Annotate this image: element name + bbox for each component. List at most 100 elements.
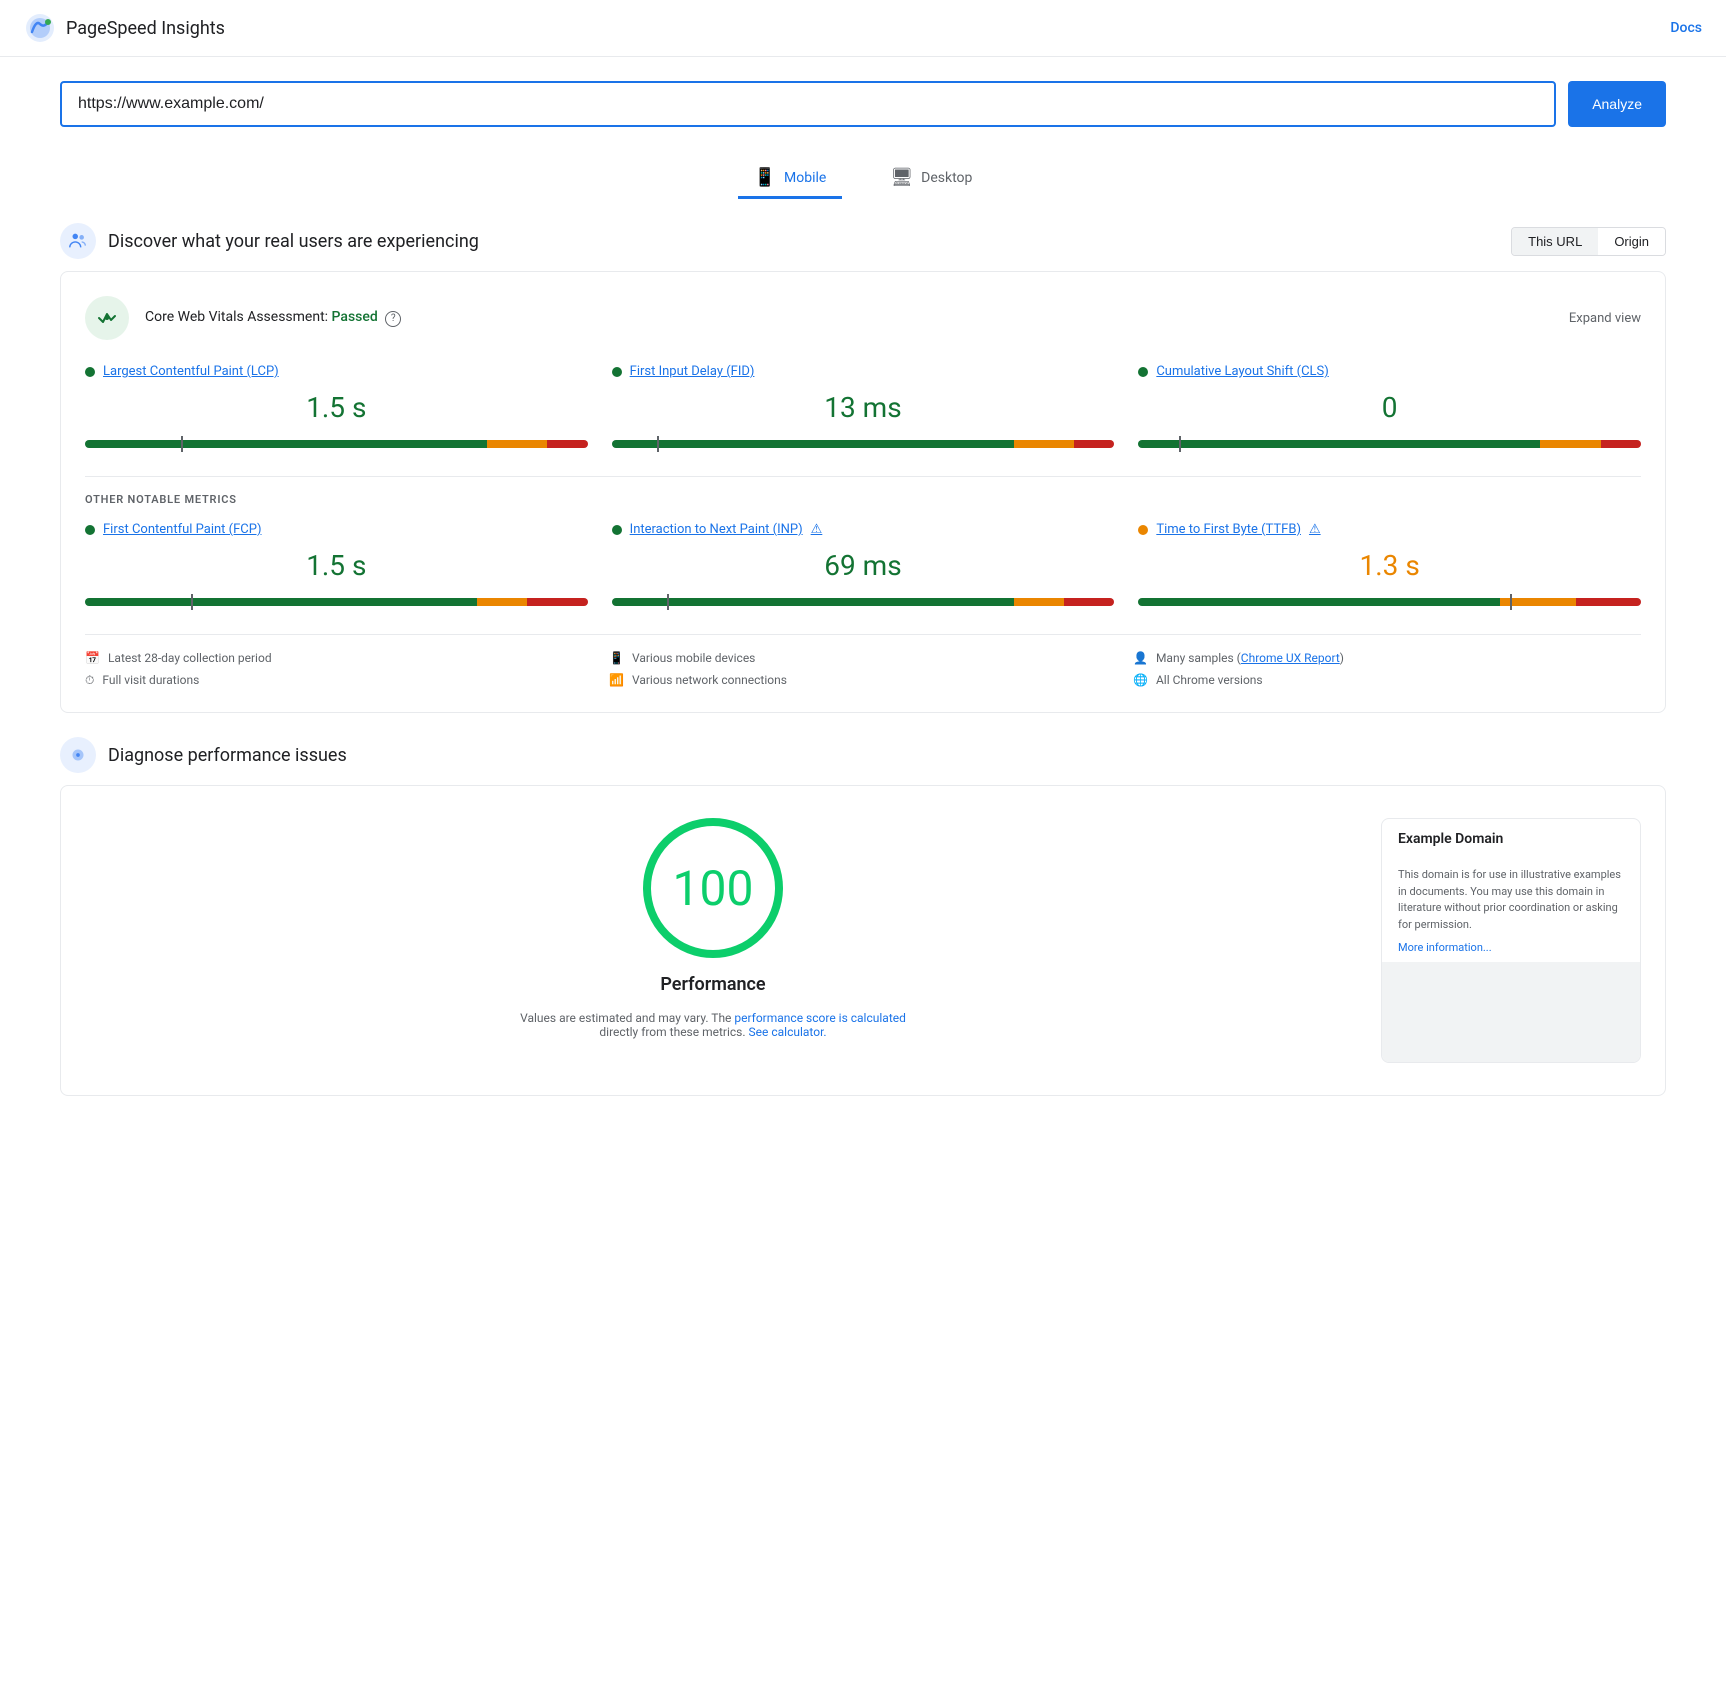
lcp-bar-segments [85, 440, 588, 448]
ttfb-warn-icon: ⚠ [1309, 522, 1321, 537]
app-title: PageSpeed Insights [66, 18, 225, 39]
metric-inp: Interaction to Next Paint (INP) ⚠ 69 ms [612, 522, 1115, 610]
fid-bar-red [1074, 440, 1114, 448]
fid-dot [612, 367, 622, 377]
inp-warn-icon: ⚠ [811, 522, 823, 537]
cls-bar [1138, 440, 1641, 448]
calculator-link[interactable]: See calculator. [749, 1025, 827, 1039]
diagnose-title-text: Diagnose performance issues [108, 745, 347, 766]
inp-bar-pointer [667, 594, 669, 610]
perf-score-link[interactable]: performance score is calculated [734, 1011, 905, 1025]
timer-icon: ⏱ [85, 673, 94, 688]
cls-bar-green [1138, 440, 1540, 448]
tab-mobile[interactable]: 📱 Mobile [738, 159, 843, 199]
fcp-dot [85, 525, 95, 535]
fcp-bar-pointer [191, 594, 193, 610]
tab-mobile-label: Mobile [784, 170, 826, 186]
fid-bar-segments [612, 440, 1115, 448]
cwv-status: Passed [332, 309, 378, 325]
search-section: Analyze [0, 57, 1726, 143]
fcp-value: 1.5 s [85, 541, 588, 590]
cwv-title-area: Core Web Vitals Assessment: Passed ? [85, 296, 401, 340]
cwv-icon [85, 296, 129, 340]
performance-left: 100 Performance Values are estimated and… [85, 818, 1341, 1039]
performance-card: 100 Performance Values are estimated and… [60, 785, 1666, 1096]
screenshot-more-link[interactable]: More information... [1382, 941, 1640, 954]
toggle-this-url[interactable]: This URL [1512, 228, 1598, 255]
diagnose-title: Diagnose performance issues [60, 737, 347, 773]
ttfb-bar-pointer [1510, 594, 1512, 610]
ttfb-bar-red [1576, 598, 1641, 606]
fid-bar-orange [1014, 440, 1074, 448]
device-tabs: 📱 Mobile 🖥 Desktop [0, 159, 1726, 199]
fid-bar-pointer [657, 436, 659, 452]
footer-col-3: 👤 Many samples (Chrome UX Report) 🌐 All … [1133, 651, 1641, 688]
url-origin-toggle: This URL Origin [1511, 227, 1666, 256]
desktop-icon: 🖥 [890, 167, 913, 188]
samples-icon: 👤 [1133, 651, 1148, 665]
score-circle: 100 [643, 818, 783, 958]
footer-chrome-versions: 🌐 All Chrome versions [1133, 673, 1641, 687]
tab-desktop[interactable]: 🖥 Desktop [874, 159, 988, 199]
expand-view-button[interactable]: Expand view [1569, 311, 1641, 326]
chrome-icon: 🌐 [1133, 673, 1148, 687]
inp-bar-red [1064, 598, 1114, 606]
toggle-origin[interactable]: Origin [1598, 228, 1665, 255]
header-left: PageSpeed Insights [24, 12, 225, 44]
chrome-ux-link[interactable]: Chrome UX Report [1241, 651, 1340, 665]
url-input[interactable] [60, 81, 1556, 127]
pagespeed-logo [24, 12, 56, 44]
footer-samples: 👤 Many samples (Chrome UX Report) [1133, 651, 1641, 665]
screenshot-title: Example Domain [1382, 819, 1640, 859]
inp-bar [612, 598, 1115, 606]
footer-mobile-devices: 📱 Various mobile devices [609, 651, 1117, 665]
lcp-bar-red [547, 440, 587, 448]
cls-bar-pointer [1179, 436, 1181, 452]
score-label: Performance [660, 974, 765, 995]
metric-cls: Cumulative Layout Shift (CLS) 0 [1138, 364, 1641, 452]
cwv-info-icon[interactable]: ? [385, 311, 401, 327]
users-icon [60, 223, 96, 259]
analyze-button[interactable]: Analyze [1568, 81, 1666, 127]
metric-lcp: Largest Contentful Paint (LCP) 1.5 s [85, 364, 588, 452]
other-metrics-label: OTHER NOTABLE METRICS [85, 493, 1641, 506]
fcp-bar [85, 598, 588, 606]
fcp-bar-orange [477, 598, 527, 606]
lcp-bar-pointer [181, 436, 183, 452]
metric-fcp: First Contentful Paint (FCP) 1.5 s [85, 522, 588, 610]
ttfb-bar [1138, 598, 1641, 606]
mobile-devices-icon: 📱 [609, 651, 624, 665]
cls-bar-red [1601, 440, 1641, 448]
calendar-icon: 📅 [85, 651, 100, 665]
lcp-dot [85, 367, 95, 377]
inp-bar-orange [1014, 598, 1064, 606]
network-icon: 📶 [609, 673, 624, 687]
inp-value: 69 ms [612, 541, 1115, 590]
metric-fid: First Input Delay (FID) 13 ms [612, 364, 1115, 452]
fid-bar-green [612, 440, 1014, 448]
metric-ttfb: Time to First Byte (TTFB) ⚠ 1.3 s [1138, 522, 1641, 610]
cwv-title: Core Web Vitals Assessment: Passed ? [145, 309, 401, 327]
performance-content: 100 Performance Values are estimated and… [85, 818, 1641, 1063]
footer-network: 📶 Various network connections [609, 673, 1117, 687]
footer-col-2: 📱 Various mobile devices 📶 Various netwo… [609, 651, 1117, 688]
cls-dot [1138, 367, 1148, 377]
fid-label[interactable]: First Input Delay (FID) [612, 364, 1115, 379]
inp-dot [612, 525, 622, 535]
docs-link[interactable]: Docs [1670, 20, 1702, 36]
fid-bar [612, 440, 1115, 448]
other-metrics-section: OTHER NOTABLE METRICS First Contentful P… [85, 476, 1641, 610]
ttfb-label[interactable]: Time to First Byte (TTFB) ⚠ [1138, 522, 1641, 537]
lcp-label[interactable]: Largest Contentful Paint (LCP) [85, 364, 588, 379]
fcp-label[interactable]: First Contentful Paint (FCP) [85, 522, 588, 537]
fcp-bar-green [85, 598, 477, 606]
tab-desktop-label: Desktop [921, 170, 972, 186]
inp-label[interactable]: Interaction to Next Paint (INP) ⚠ [612, 522, 1115, 537]
mobile-icon: 📱 [754, 167, 776, 188]
cls-label[interactable]: Cumulative Layout Shift (CLS) [1138, 364, 1641, 379]
cls-bar-orange [1540, 440, 1600, 448]
main-content: Discover what your real users are experi… [0, 223, 1726, 1096]
fid-value: 13 ms [612, 383, 1115, 432]
cls-value: 0 [1138, 383, 1641, 432]
other-metrics-grid: First Contentful Paint (FCP) 1.5 s [85, 522, 1641, 610]
